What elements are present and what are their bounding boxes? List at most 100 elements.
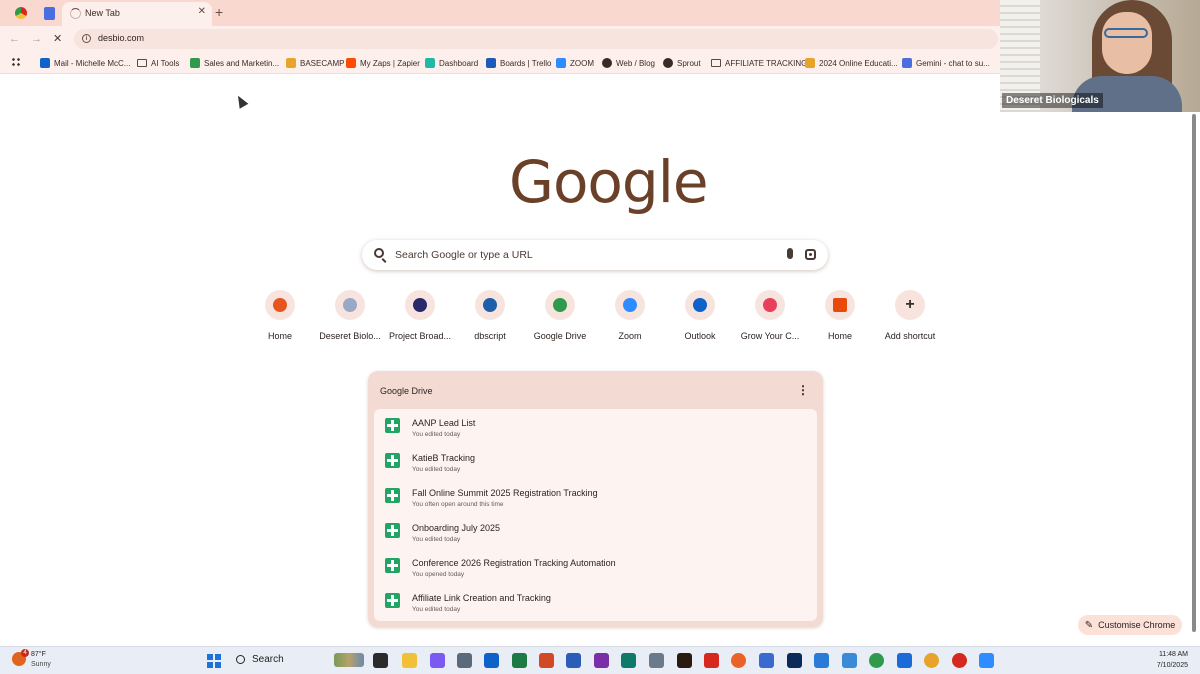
shortcut-tile[interactable]: Grow Your C...	[730, 290, 810, 346]
copilot-icon[interactable]	[430, 653, 445, 668]
chrome-icon[interactable]	[869, 653, 884, 668]
bookmark-item[interactable]: Dashboard	[425, 56, 478, 70]
excel-icon[interactable]	[512, 653, 527, 668]
shortcut-tile[interactable]: Home	[800, 290, 880, 346]
weather-temperature[interactable]: 87°F	[31, 651, 46, 658]
microphone-icon[interactable]	[787, 248, 793, 259]
bookmark-item[interactable]: BASECAMP	[286, 56, 344, 70]
pinned-tab-chrome[interactable]	[12, 4, 30, 22]
acrobat-icon[interactable]	[704, 653, 719, 668]
tab-new-tab[interactable]: New Tab ✕	[62, 2, 212, 26]
bookmark-label: ZOOM	[570, 58, 594, 68]
taskbar-search-label[interactable]: Search	[252, 654, 284, 665]
shortcut-tile[interactable]: Outlook	[660, 290, 740, 346]
drive-file-list: AANP Lead List You edited today KatieB Tra…	[374, 409, 817, 621]
weather-condition[interactable]: Sunny	[31, 661, 51, 668]
shortcut-icon-circle	[615, 290, 645, 320]
shortcut-tile[interactable]: Zoom	[590, 290, 670, 346]
close-icon[interactable]: ✕	[198, 6, 206, 18]
home-site-icon	[273, 298, 287, 312]
apps-grid-icon[interactable]	[11, 57, 21, 67]
drive-file-item[interactable]: KatieB Tracking You edited today	[374, 444, 817, 479]
bookmark-item[interactable]: Boards | Trello	[486, 56, 551, 70]
bookmark-item[interactable]: Web / Blog	[602, 56, 655, 70]
google-lens-icon[interactable]	[805, 249, 816, 260]
notepad-icon[interactable]	[814, 653, 829, 668]
shortcut-icon-circle	[825, 290, 855, 320]
bookmark-item[interactable]: 2024 Online Educati...	[805, 56, 898, 70]
customise-chrome-button[interactable]: ✎ Customise Chrome	[1078, 615, 1182, 635]
windows-start-button[interactable]	[207, 654, 221, 668]
customise-chrome-label: Customise Chrome	[1098, 620, 1176, 630]
clock-time[interactable]: 11:48 AM	[1150, 651, 1188, 658]
shortcut-tile[interactable]: Google Drive	[520, 290, 600, 346]
file-explorer-icon[interactable]	[402, 653, 417, 668]
calculator-icon[interactable]	[457, 653, 472, 668]
bookmark-item[interactable]: My Zaps | Zapier	[346, 56, 420, 70]
trello-icon	[486, 58, 496, 68]
scrollbar-thumb[interactable]	[1192, 114, 1196, 632]
settings-app-icon[interactable]	[842, 653, 857, 668]
address-bar[interactable]: i desbio.com	[74, 29, 998, 49]
shortcut-tile[interactable]: + Add shortcut	[870, 290, 950, 346]
zoom-taskbar-icon[interactable]	[979, 653, 994, 668]
scrollbar[interactable]	[1190, 114, 1198, 638]
shortcut-icon-circle	[755, 290, 785, 320]
snip-icon[interactable]	[759, 653, 774, 668]
zoom-icon	[623, 298, 637, 312]
google-sheets-icon	[385, 488, 400, 503]
chrome-alt-icon[interactable]	[952, 653, 967, 668]
folder-icon	[711, 59, 721, 67]
drive-file-item[interactable]: Onboarding July 2025 You edited today	[374, 514, 817, 549]
bookmark-item[interactable]: AI Tools	[137, 56, 179, 70]
powerpoint-icon[interactable]	[539, 653, 554, 668]
screen: New Tab ✕ + ← → ✕ i desbio.com Mail - Mi…	[0, 0, 1200, 674]
bookmark-item[interactable]: Mail - Michelle McC...	[40, 56, 130, 70]
site-info-icon[interactable]: i	[82, 34, 91, 43]
drive-file-item[interactable]: AANP Lead List You edited today	[374, 409, 817, 444]
chrome-profile-icon[interactable]	[924, 653, 939, 668]
bookmark-item[interactable]: Sales and Marketin...	[190, 56, 279, 70]
shortcut-tile[interactable]: Deseret Biolo...	[310, 290, 390, 346]
shortcut-tile[interactable]: Project Broad...	[380, 290, 460, 346]
task-view-icon[interactable]	[373, 653, 388, 668]
google-sheets-icon	[385, 593, 400, 608]
bookmark-label: 2024 Online Educati...	[819, 58, 898, 68]
camera-icon[interactable]	[649, 653, 664, 668]
bookmark-item[interactable]: Gemini - chat to su...	[902, 56, 990, 70]
illustrator-icon[interactable]	[677, 653, 692, 668]
shortcut-label: Deseret Biolo...	[319, 331, 381, 341]
forward-icon[interactable]: →	[31, 31, 42, 47]
shortcut-icon-circle	[265, 290, 295, 320]
drive-file-item[interactable]: Conference 2026 Registration Tracking Au…	[374, 549, 817, 584]
basecamp-icon	[286, 58, 296, 68]
shortcut-tile[interactable]: Home	[240, 290, 320, 346]
search-placeholder[interactable]: Search Google or type a URL	[395, 249, 533, 261]
taskbar-search-icon[interactable]	[236, 655, 245, 664]
bookmark-item[interactable]: ZOOM	[556, 56, 594, 70]
back-icon[interactable]: ←	[9, 31, 20, 47]
search-box[interactable]: Search Google or type a URL	[362, 240, 828, 270]
drive-file-item[interactable]: Affiliate Link Creation and Tracking You …	[374, 584, 817, 619]
publisher-icon[interactable]	[621, 653, 636, 668]
drive-file-item[interactable]: Fall Online Summit 2025 Registration Tra…	[374, 479, 817, 514]
new-tab-button[interactable]: +	[215, 3, 223, 21]
search-highlight-image[interactable]	[334, 653, 364, 667]
store-icon[interactable]	[897, 653, 912, 668]
stop-loading-icon[interactable]: ✕	[53, 31, 62, 47]
photoshop-icon[interactable]	[787, 653, 802, 668]
shortcut-tile[interactable]: dbscript	[450, 290, 530, 346]
drive-file-activity: You edited today	[412, 466, 461, 473]
clock-date[interactable]: 7/10/2025	[1150, 662, 1188, 669]
firefox-icon[interactable]	[731, 653, 746, 668]
pinned-tab-docs[interactable]	[40, 4, 58, 22]
bookmark-item[interactable]: Sprout	[663, 56, 701, 70]
more-options-icon[interactable]: ⋮	[797, 384, 809, 396]
bookmark-item[interactable]: AFFILIATE TRACKING	[711, 56, 807, 70]
word-icon[interactable]	[566, 653, 581, 668]
outlook-taskbar-icon[interactable]	[484, 653, 499, 668]
google-sheets-icon	[385, 418, 400, 433]
url-text[interactable]: desbio.com	[98, 33, 144, 43]
onenote-icon[interactable]	[594, 653, 609, 668]
shortcut-label: Home	[267, 331, 292, 341]
